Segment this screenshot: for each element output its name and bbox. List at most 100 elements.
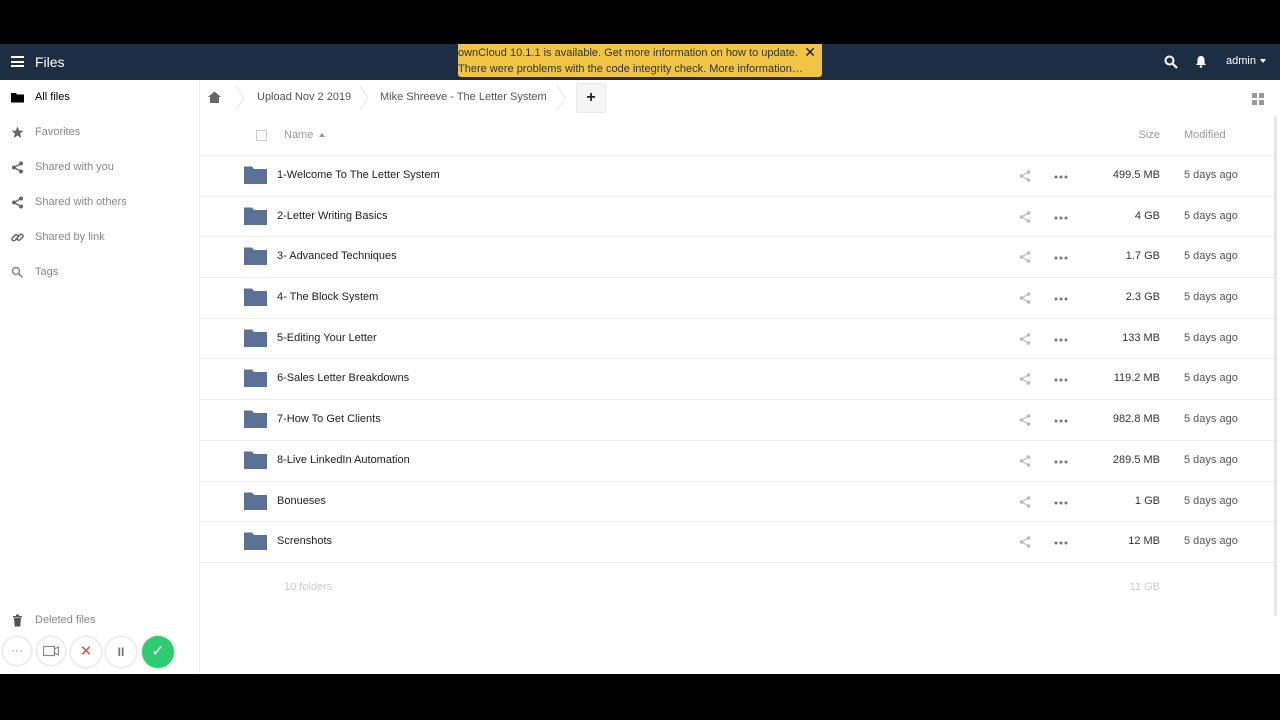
share-icon[interactable] bbox=[1019, 251, 1031, 264]
share-icon[interactable] bbox=[1019, 414, 1031, 426]
share-icon[interactable] bbox=[1019, 332, 1031, 345]
folder-count: 10 folders bbox=[284, 580, 333, 593]
folder-icon bbox=[244, 207, 267, 225]
more-actions-icon[interactable] bbox=[1054, 541, 1068, 545]
chevron-right-icon bbox=[359, 85, 369, 111]
more-actions-icon[interactable] bbox=[1054, 216, 1068, 220]
column-header-label: Name bbox=[284, 129, 314, 141]
hamburger-menu-icon[interactable] bbox=[11, 56, 24, 67]
folder-icon bbox=[244, 451, 267, 469]
table-row[interactable]: 7-How To Get Clients 982.8 MB 5 days ago bbox=[200, 400, 1278, 441]
folder-icon bbox=[244, 288, 267, 307]
close-notification-icon[interactable]: ✕ bbox=[804, 44, 816, 61]
file-modified: 5 days ago bbox=[1184, 291, 1238, 304]
recorder-more-button[interactable]: ··· bbox=[3, 637, 31, 665]
file-modified: 5 days ago bbox=[1184, 250, 1238, 263]
tag-search-icon bbox=[11, 266, 24, 279]
search-icon[interactable] bbox=[1164, 55, 1178, 69]
bell-icon[interactable] bbox=[1195, 55, 1207, 68]
share-icon[interactable] bbox=[1019, 495, 1031, 508]
share-icon[interactable] bbox=[1019, 292, 1031, 304]
file-name[interactable]: 4- The Block System bbox=[277, 291, 378, 303]
table-row[interactable]: 3- Advanced Techniques 1.7 GB 5 days ago bbox=[200, 237, 1278, 279]
file-size: 119.2 MB bbox=[1113, 372, 1160, 385]
notification-line-integrity[interactable]: There were problems with the code integr… bbox=[458, 63, 803, 75]
share-icon bbox=[12, 161, 23, 174]
select-all-checkbox[interactable] bbox=[256, 130, 267, 141]
table-row[interactable]: 1-Welcome To The Letter System 499.5 MB 5 … bbox=[200, 156, 1278, 197]
breadcrumb-item[interactable]: Mike Shreeve - The Letter System bbox=[380, 91, 547, 103]
file-name[interactable]: Screnshots bbox=[277, 535, 332, 547]
folder-icon bbox=[244, 532, 267, 551]
confirm-recording-button[interactable]: ✓ bbox=[142, 636, 174, 668]
sidebar-item-shared-with-others[interactable]: Shared with others bbox=[0, 185, 199, 220]
file-name[interactable]: 5-Editing Your Letter bbox=[277, 332, 377, 344]
file-modified: 5 days ago bbox=[1184, 413, 1238, 426]
sidebar-item-tags[interactable]: Tags bbox=[0, 255, 199, 290]
pause-recording-button[interactable]: II bbox=[106, 637, 136, 667]
more-actions-icon[interactable] bbox=[1054, 419, 1068, 423]
files-app: Files ownCloud 10.1.1 is available. Get … bbox=[0, 44, 1280, 674]
more-actions-icon[interactable] bbox=[1054, 256, 1068, 260]
table-row[interactable]: 4- The Block System 2.3 GB 5 days ago bbox=[200, 278, 1278, 319]
more-actions-icon[interactable] bbox=[1054, 378, 1068, 382]
file-name[interactable]: 8-Live LinkedIn Automation bbox=[277, 454, 410, 466]
webcam-toggle-button[interactable] bbox=[37, 637, 65, 665]
app-title[interactable]: Files bbox=[35, 54, 65, 70]
more-actions-icon[interactable] bbox=[1054, 175, 1068, 179]
file-name[interactable]: Bonueses bbox=[277, 495, 326, 507]
share-icon[interactable] bbox=[1019, 455, 1031, 467]
file-modified: 5 days ago bbox=[1184, 535, 1238, 548]
sidebar-item-all-files[interactable]: All files bbox=[0, 80, 199, 115]
folder-icon bbox=[244, 329, 267, 347]
share-icon[interactable] bbox=[1019, 536, 1031, 548]
table-row[interactable]: 6-Sales Letter Breakdowns 119.2 MB 5 days … bbox=[200, 359, 1278, 401]
breadcrumb: Upload Nov 2 2019 Mike Shreeve - The Let… bbox=[200, 80, 1280, 116]
file-modified: 5 days ago bbox=[1184, 331, 1238, 344]
sidebar-item-shared-with-you[interactable]: Shared with you bbox=[0, 150, 199, 185]
table-row[interactable]: 8-Live LinkedIn Automation 289.5 MB 5 days… bbox=[200, 441, 1278, 482]
sidebar-item-label: Shared with others bbox=[35, 196, 127, 208]
home-icon[interactable] bbox=[208, 91, 221, 103]
scrollbar[interactable] bbox=[1274, 116, 1277, 616]
folder-icon bbox=[244, 492, 267, 510]
share-icon[interactable] bbox=[1019, 210, 1031, 223]
total-size: 11 GB bbox=[1129, 580, 1160, 593]
user-menu[interactable]: admin bbox=[1226, 55, 1266, 67]
grid-view-icon[interactable] bbox=[1252, 93, 1264, 105]
breadcrumb-item[interactable]: Upload Nov 2 2019 bbox=[257, 91, 351, 103]
more-actions-icon[interactable] bbox=[1054, 338, 1068, 342]
sidebar-item-deleted-files[interactable]: Deleted files bbox=[0, 603, 199, 638]
file-name[interactable]: 6-Sales Letter Breakdowns bbox=[277, 372, 409, 384]
more-actions-icon[interactable] bbox=[1054, 501, 1068, 505]
table-row[interactable]: 5-Editing Your Letter 133 MB 5 days ago bbox=[200, 319, 1278, 360]
cancel-recording-button[interactable]: ✕ bbox=[71, 637, 101, 667]
file-modified: 5 days ago bbox=[1184, 494, 1238, 507]
folder-icon bbox=[244, 166, 267, 184]
share-icon[interactable] bbox=[1019, 170, 1031, 182]
sidebar-item-label: All files bbox=[35, 91, 70, 103]
table-row[interactable]: Bonueses 1 GB 5 days ago bbox=[200, 482, 1278, 523]
file-name[interactable]: 7-How To Get Clients bbox=[277, 413, 381, 425]
file-modified: 5 days ago bbox=[1184, 209, 1238, 222]
more-actions-icon[interactable] bbox=[1054, 297, 1068, 301]
sidebar: All files Favorites Shared with you Shar… bbox=[0, 80, 200, 674]
table-row[interactable]: 2-Letter Writing Basics 4 GB 5 days ago bbox=[200, 197, 1278, 238]
more-actions-icon[interactable] bbox=[1054, 460, 1068, 464]
sidebar-item-favorites[interactable]: Favorites bbox=[0, 115, 199, 150]
sidebar-item-label: Shared with you bbox=[35, 161, 114, 173]
column-header-modified[interactable]: Modified bbox=[1184, 129, 1226, 141]
notification-line-update[interactable]: ownCloud 10.1.1 is available. Get more i… bbox=[458, 47, 798, 59]
file-list: Name Size Modified 1-Welcome To The Lett… bbox=[200, 116, 1278, 611]
chevron-right-icon bbox=[556, 85, 566, 111]
sidebar-item-label: Deleted files bbox=[35, 614, 96, 626]
column-header-size[interactable]: Size bbox=[1139, 129, 1160, 141]
table-row[interactable]: Screnshots 12 MB 5 days ago bbox=[200, 522, 1278, 563]
file-name[interactable]: 1-Welcome To The Letter System bbox=[277, 169, 440, 181]
column-header-name[interactable]: Name bbox=[284, 129, 326, 141]
share-icon[interactable] bbox=[1019, 373, 1031, 386]
file-name[interactable]: 2-Letter Writing Basics bbox=[277, 210, 387, 222]
sidebar-item-shared-by-link[interactable]: Shared by link bbox=[0, 220, 199, 255]
new-file-button[interactable]: + bbox=[576, 83, 606, 113]
file-name[interactable]: 3- Advanced Techniques bbox=[277, 250, 397, 262]
